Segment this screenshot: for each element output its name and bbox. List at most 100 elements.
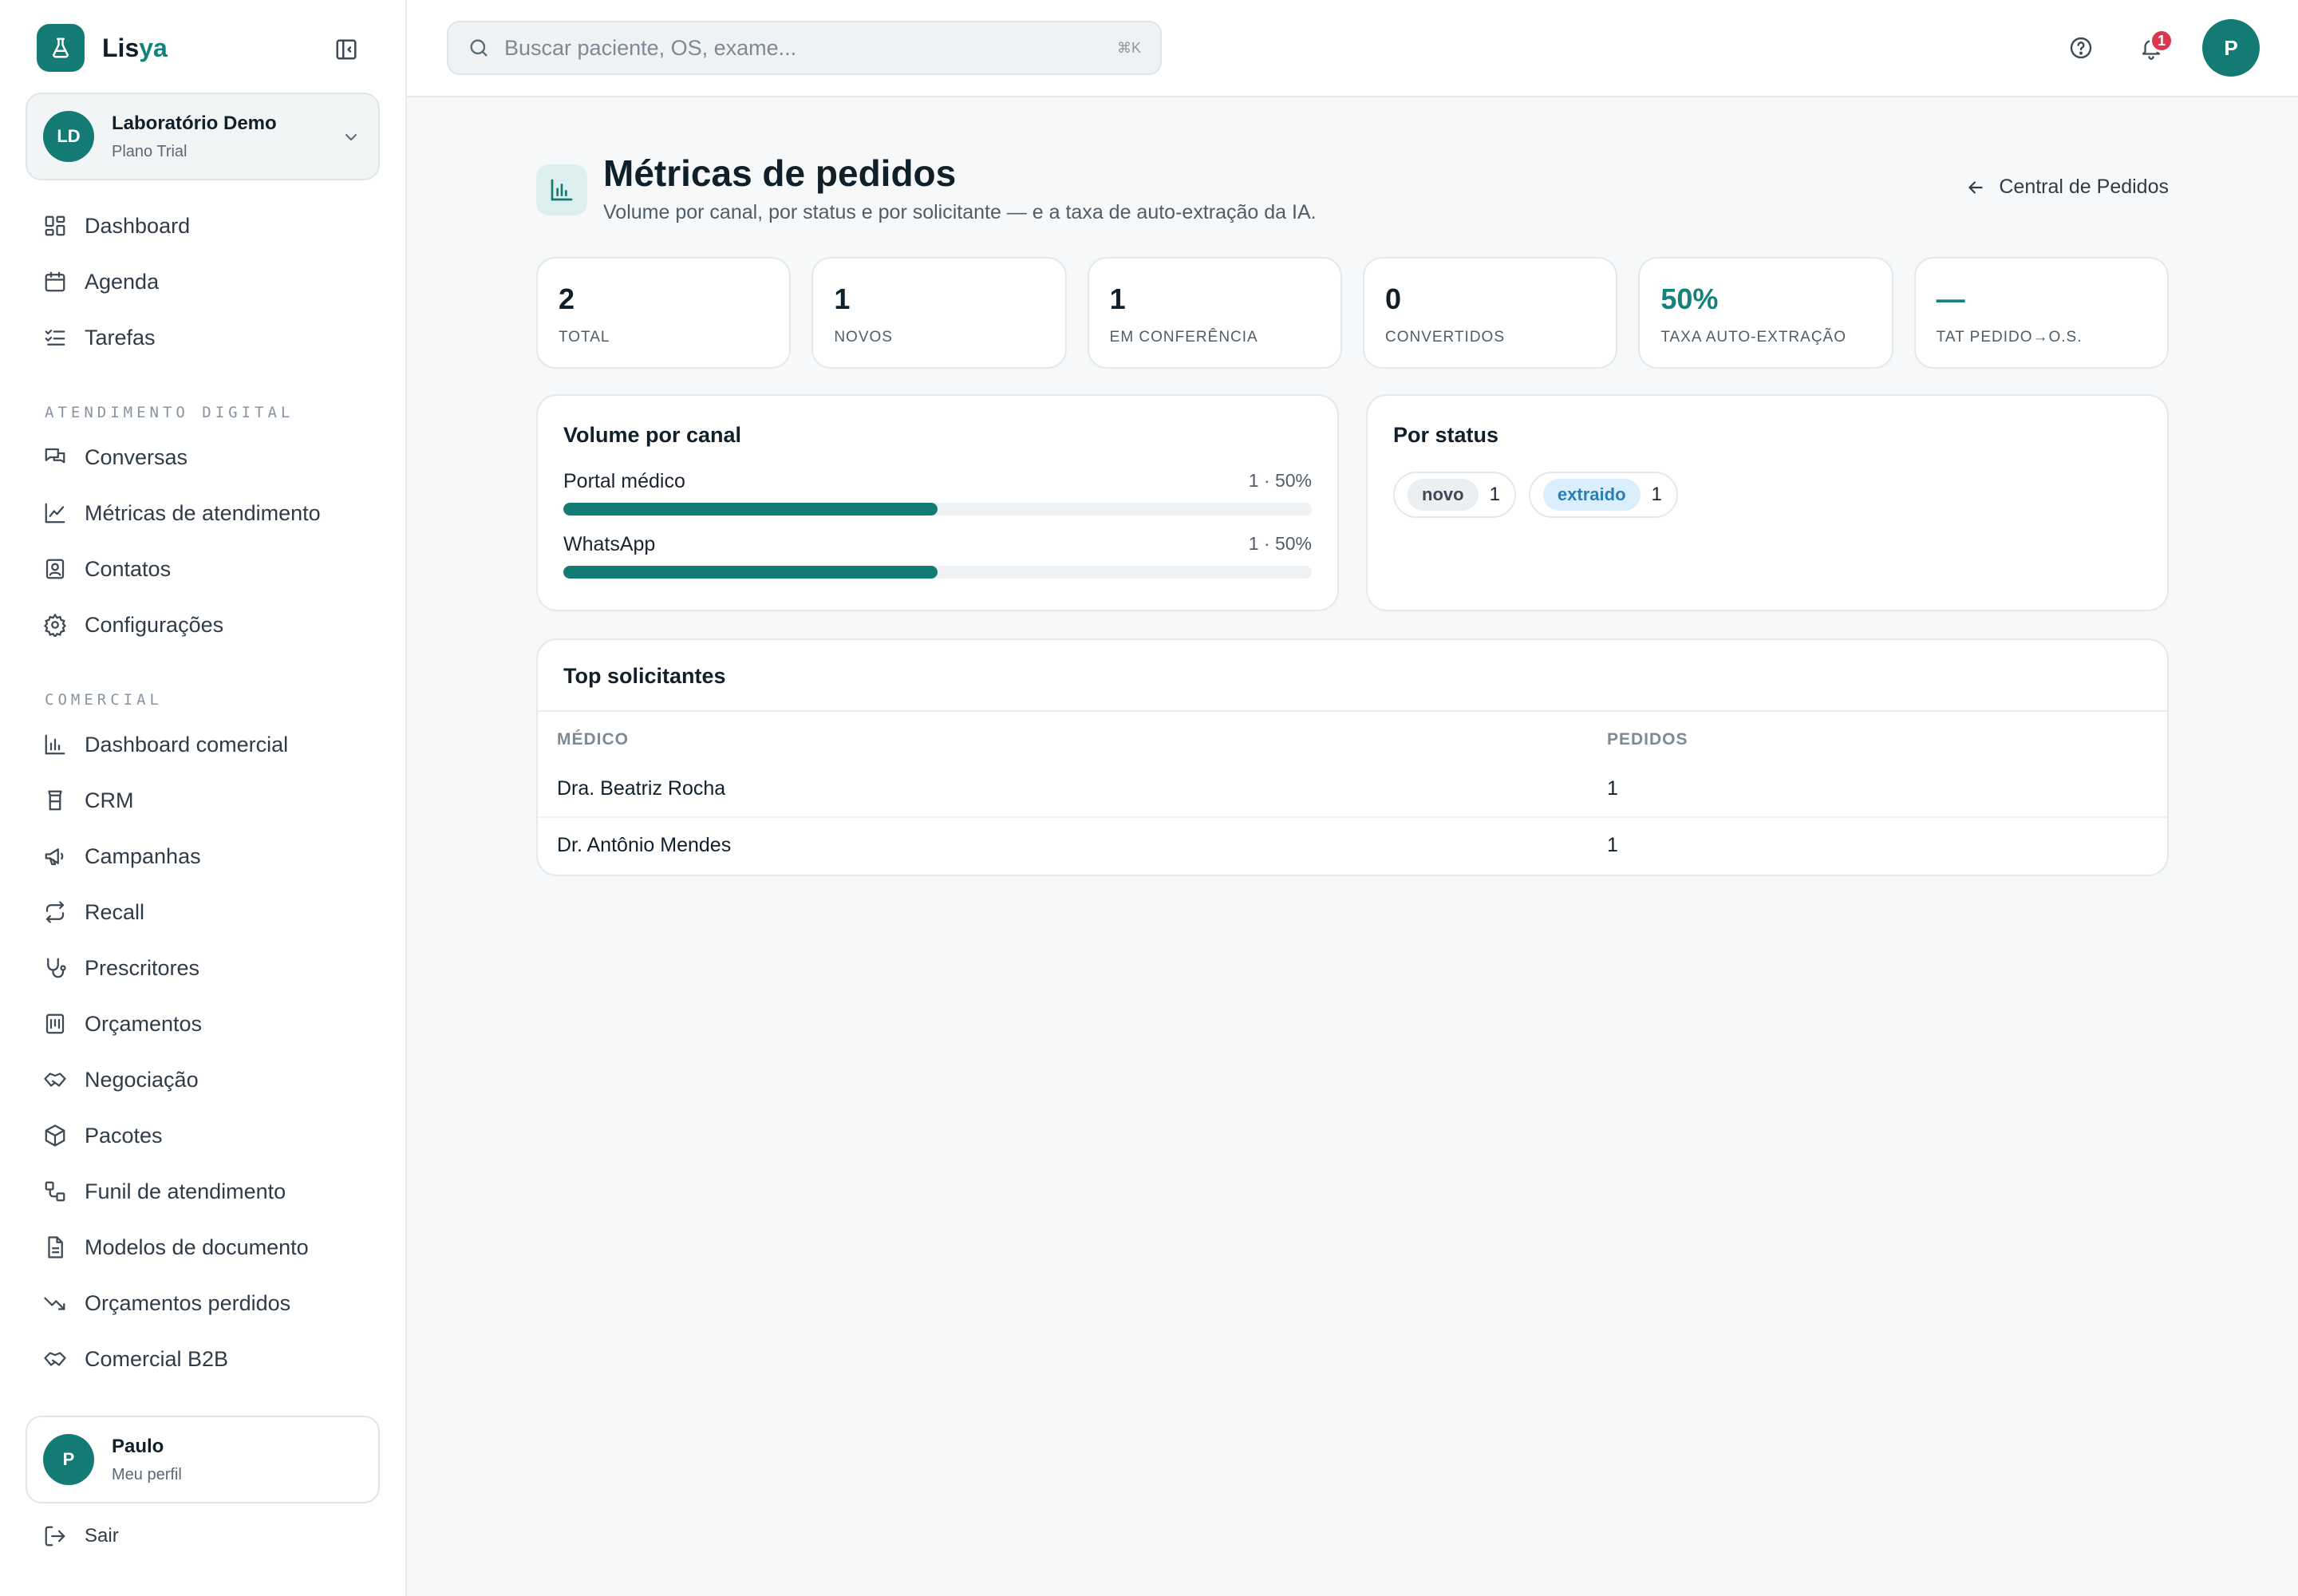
status-chips: novo 1 extraido 1 <box>1393 472 2142 518</box>
nav-label: Dashboard comercial <box>85 732 289 757</box>
notifications-button[interactable]: 1 <box>2127 24 2175 72</box>
nav-label: Negociação <box>85 1067 199 1092</box>
channel-stat: 1 · 50% <box>1248 533 1312 554</box>
nav-item-comercial-b2b[interactable]: Comercial B2B <box>26 1331 380 1387</box>
nav-item-pacotes[interactable]: Pacotes <box>26 1108 380 1163</box>
profile-card[interactable]: P Paulo Meu perfil <box>26 1416 380 1503</box>
flask-logo-icon <box>37 24 85 72</box>
search-box[interactable]: ⌘K <box>447 21 1162 75</box>
doctor-name: Dr. Antônio Mendes <box>538 816 1607 873</box>
kpi-card-total: 2 TOTAL <box>536 257 792 369</box>
channel-name: Portal médico <box>563 470 685 492</box>
page-content: Métricas de pedidos Volume por canal, po… <box>536 152 2169 876</box>
crm-icon <box>48 790 62 811</box>
nav-item-recall[interactable]: Recall <box>26 884 380 940</box>
bar-chart-icon <box>45 734 65 755</box>
brand: Lisya <box>26 0 380 96</box>
kpi-row: 2 TOTAL 1 NOVOS 1 EM CONFERÊNCIA 0 CONVE… <box>536 257 2169 369</box>
trending-down-icon <box>44 1297 65 1310</box>
nav-item-funil[interactable]: Funil de atendimento <box>26 1163 380 1219</box>
top-solicitantes-card: Top solicitantes MÉDICO PEDIDOS Dra. Bea… <box>536 638 2169 876</box>
kpi-card-em-conferencia: 1 EM CONFERÊNCIA <box>1087 257 1342 369</box>
gear-icon <box>43 613 67 637</box>
nav-label: Tarefas <box>85 325 156 350</box>
notification-badge: 1 <box>2150 29 2174 53</box>
nav-item-dashboard[interactable]: Dashboard <box>26 198 380 254</box>
organization-switcher[interactable]: LD Laboratório Demo Plano Trial <box>26 93 380 180</box>
page-header: Métricas de pedidos Volume por canal, po… <box>536 152 2169 255</box>
nav-label: Agenda <box>85 269 160 294</box>
table-row[interactable]: Dra. Beatriz Rocha 1 <box>538 761 2167 817</box>
org-avatar: LD <box>43 111 94 162</box>
collapse-sidebar-icon[interactable] <box>329 35 364 64</box>
nav-label: Conversas <box>85 444 188 469</box>
kpi-card-novos: 1 NOVOS <box>811 257 1067 369</box>
nav-item-orcamentos-perdidos[interactable]: Orçamentos perdidos <box>26 1275 380 1331</box>
back-link-label: Central de Pedidos <box>1999 176 2169 198</box>
org-plan: Plano Trial <box>112 142 188 160</box>
channel-bar-fill <box>563 503 938 516</box>
status-count: 1 <box>1489 484 1500 505</box>
column-header-pedidos: PEDIDOS <box>1607 730 1688 749</box>
logout-button[interactable]: Sair <box>43 1524 119 1548</box>
nav-label: Comercial B2B <box>85 1346 229 1371</box>
status-chip-novo[interactable]: novo 1 <box>1393 472 1516 518</box>
channel-bar-fill <box>563 566 938 579</box>
nav-item-agenda[interactable]: Agenda <box>26 254 380 310</box>
channel-stat: 1 · 50% <box>1248 470 1312 491</box>
help-button[interactable] <box>2057 24 2105 72</box>
nav-item-conversas[interactable]: Conversas <box>26 429 380 485</box>
budget-icon <box>45 1013 65 1034</box>
arrow-left-icon <box>1968 180 1984 194</box>
nav-item-tarefas[interactable]: Tarefas <box>26 310 380 365</box>
nav-item-configuracoes[interactable]: Configurações <box>26 597 380 653</box>
logout-icon <box>45 1526 65 1547</box>
search-icon <box>470 39 488 57</box>
nav-item-crm[interactable]: CRM <box>26 772 380 828</box>
channel-item: Portal médico 1 · 50% <box>563 470 1312 516</box>
nav-item-campanhas[interactable]: Campanhas <box>26 828 380 884</box>
nav-item-metricas-atendimento[interactable]: Métricas de atendimento <box>26 485 380 541</box>
nav-label: Pacotes <box>85 1123 163 1148</box>
page-subtitle: Volume por canal, por status e por solic… <box>603 201 1317 223</box>
search-input[interactable] <box>504 35 1117 61</box>
kpi-value: 1 <box>1109 282 1126 315</box>
nav-item-contatos[interactable]: Contatos <box>26 541 380 597</box>
channel-item: WhatsApp 1 · 50% <box>563 533 1312 579</box>
column-header-medico: MÉDICO <box>557 730 629 749</box>
nav-label: Campanhas <box>85 843 201 868</box>
nav-item-modelos-documento[interactable]: Modelos de documento <box>26 1219 380 1275</box>
repeat-icon <box>45 901 65 923</box>
back-to-central-link[interactable]: Central de Pedidos <box>1965 176 2169 199</box>
section-label-comercial: COMERCIAL <box>45 691 163 709</box>
nav-item-dashboard-comercial[interactable]: Dashboard comercial <box>26 717 380 772</box>
calendar-icon <box>45 271 65 292</box>
card-title: Volume por canal <box>563 423 742 447</box>
status-tag: novo <box>1408 479 1479 511</box>
bar-chart-icon <box>536 164 587 215</box>
search-shortcut: ⌘K <box>1116 39 1141 56</box>
volume-por-canal-card: Volume por canal Portal médico 1 · 50% W… <box>536 394 1339 611</box>
status-chip-extraido[interactable]: extraido 1 <box>1528 472 1678 518</box>
status-count: 1 <box>1651 484 1662 505</box>
channel-bar-track <box>563 566 1312 579</box>
kpi-label: TAXA AUTO-EXTRAÇÃO <box>1660 329 1846 346</box>
nav-item-prescritores[interactable]: Prescritores <box>26 940 380 996</box>
table-row[interactable]: Dr. Antônio Mendes 1 <box>538 816 2167 873</box>
kpi-value: 50% <box>1660 282 1719 315</box>
nav-item-orcamentos[interactable]: Orçamentos <box>26 996 380 1052</box>
kpi-value: — <box>1936 282 1965 315</box>
user-avatar[interactable]: P <box>2202 19 2260 77</box>
package-icon <box>45 1124 65 1147</box>
card-title: Top solicitantes <box>563 664 726 688</box>
nav-label: Recall <box>85 899 145 924</box>
nav-label: Prescritores <box>85 955 200 980</box>
org-name: Laboratório Demo <box>112 112 277 134</box>
nav-item-negociacao[interactable]: Negociação <box>26 1052 380 1108</box>
megaphone-icon <box>45 848 64 866</box>
nav-label: Configurações <box>85 612 224 637</box>
chat-icon <box>45 448 65 464</box>
status-tag: extraido <box>1542 479 1641 511</box>
kpi-label: NOVOS <box>834 329 893 346</box>
topbar-actions: 1 P <box>2035 19 2260 77</box>
